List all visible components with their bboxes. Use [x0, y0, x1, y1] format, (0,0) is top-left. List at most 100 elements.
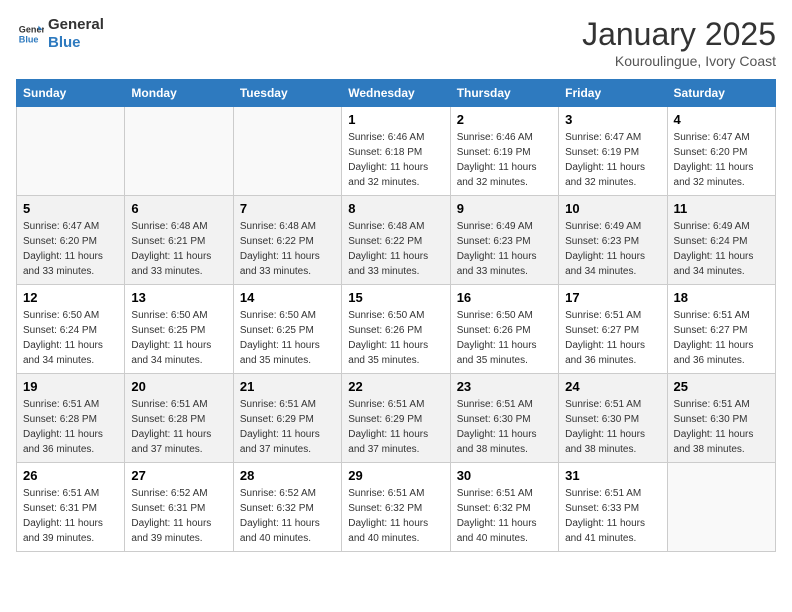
day-cell: 14 Sunrise: 6:50 AM Sunset: 6:25 PM Dayli…: [233, 285, 341, 374]
day-cell: 19 Sunrise: 6:51 AM Sunset: 6:28 PM Dayli…: [17, 374, 125, 463]
day-info: Sunrise: 6:51 AM Sunset: 6:32 PM Dayligh…: [457, 486, 552, 546]
day-cell: [17, 107, 125, 196]
day-info: Sunrise: 6:50 AM Sunset: 6:26 PM Dayligh…: [348, 308, 443, 368]
day-cell: 4 Sunrise: 6:47 AM Sunset: 6:20 PM Daylig…: [667, 107, 775, 196]
day-number: 28: [240, 468, 335, 483]
day-info: Sunrise: 6:51 AM Sunset: 6:33 PM Dayligh…: [565, 486, 660, 546]
day-cell: 23 Sunrise: 6:51 AM Sunset: 6:30 PM Dayli…: [450, 374, 558, 463]
day-number: 27: [131, 468, 226, 483]
day-cell: 31Sunrise: 6:51 AM Sunset: 6:33 PM Dayli…: [559, 463, 667, 552]
day-cell: 18Sunrise: 6:51 AM Sunset: 6:27 PM Dayli…: [667, 285, 775, 374]
day-cell: 30 Sunrise: 6:51 AM Sunset: 6:32 PM Dayli…: [450, 463, 558, 552]
day-number: 3: [565, 112, 660, 127]
day-number: 11: [674, 201, 769, 216]
day-cell: [125, 107, 233, 196]
day-cell: 26Sunrise: 6:51 AM Sunset: 6:31 PM Dayli…: [17, 463, 125, 552]
day-number: 18: [674, 290, 769, 305]
day-cell: 17 Sunrise: 6:51 AM Sunset: 6:27 PM Dayli…: [559, 285, 667, 374]
day-number: 20: [131, 379, 226, 394]
day-number: 17: [565, 290, 660, 305]
day-number: 8: [348, 201, 443, 216]
day-number: 30: [457, 468, 552, 483]
svg-text:Blue: Blue: [19, 34, 39, 44]
week-row-1: 5Sunrise: 6:47 AM Sunset: 6:20 PM Daylig…: [17, 196, 776, 285]
day-cell: 3 Sunrise: 6:47 AM Sunset: 6:19 PM Daylig…: [559, 107, 667, 196]
day-number: 4: [674, 112, 769, 127]
day-number: 14: [240, 290, 335, 305]
day-cell: 10Sunrise: 6:49 AM Sunset: 6:23 PM Dayli…: [559, 196, 667, 285]
title-block: January 2025 Kouroulingue, Ivory Coast: [582, 16, 776, 69]
day-info: Sunrise: 6:51 AM Sunset: 6:30 PM Dayligh…: [457, 397, 552, 457]
col-wednesday: Wednesday: [342, 80, 450, 107]
day-info: Sunrise: 6:51 AM Sunset: 6:30 PM Dayligh…: [565, 397, 660, 457]
day-number: 1: [348, 112, 443, 127]
page-header: General Blue General Blue January 2025 K…: [16, 16, 776, 69]
day-number: 12: [23, 290, 118, 305]
day-cell: 12Sunrise: 6:50 AM Sunset: 6:24 PM Dayli…: [17, 285, 125, 374]
day-info: Sunrise: 6:50 AM Sunset: 6:25 PM Dayligh…: [240, 308, 335, 368]
day-info: Sunrise: 6:47 AM Sunset: 6:20 PM Dayligh…: [674, 130, 769, 190]
col-saturday: Saturday: [667, 80, 775, 107]
day-cell: 16 Sunrise: 6:50 AM Sunset: 6:26 PM Dayli…: [450, 285, 558, 374]
day-info: Sunrise: 6:48 AM Sunset: 6:22 PM Dayligh…: [240, 219, 335, 279]
day-cell: 25Sunrise: 6:51 AM Sunset: 6:30 PM Dayli…: [667, 374, 775, 463]
day-info: Sunrise: 6:49 AM Sunset: 6:24 PM Dayligh…: [674, 219, 769, 279]
logo-icon: General Blue: [16, 20, 44, 48]
logo-general: General: [48, 16, 104, 34]
col-thursday: Thursday: [450, 80, 558, 107]
day-number: 9: [457, 201, 552, 216]
day-cell: 7 Sunrise: 6:48 AM Sunset: 6:22 PM Daylig…: [233, 196, 341, 285]
day-cell: 1 Sunrise: 6:46 AM Sunset: 6:18 PM Daylig…: [342, 107, 450, 196]
day-cell: 9 Sunrise: 6:49 AM Sunset: 6:23 PM Daylig…: [450, 196, 558, 285]
day-cell: 6Sunrise: 6:48 AM Sunset: 6:21 PM Daylig…: [125, 196, 233, 285]
day-cell: 8 Sunrise: 6:48 AM Sunset: 6:22 PM Daylig…: [342, 196, 450, 285]
day-cell: [667, 463, 775, 552]
day-number: 13: [131, 290, 226, 305]
day-info: Sunrise: 6:51 AM Sunset: 6:29 PM Dayligh…: [240, 397, 335, 457]
day-cell: 13 Sunrise: 6:50 AM Sunset: 6:25 PM Dayli…: [125, 285, 233, 374]
day-info: Sunrise: 6:49 AM Sunset: 6:23 PM Dayligh…: [565, 219, 660, 279]
day-cell: 11 Sunrise: 6:49 AM Sunset: 6:24 PM Dayli…: [667, 196, 775, 285]
day-number: 21: [240, 379, 335, 394]
day-number: 16: [457, 290, 552, 305]
day-cell: 27 Sunrise: 6:52 AM Sunset: 6:31 PM Dayli…: [125, 463, 233, 552]
day-number: 23: [457, 379, 552, 394]
day-number: 19: [23, 379, 118, 394]
day-cell: 21 Sunrise: 6:51 AM Sunset: 6:29 PM Dayli…: [233, 374, 341, 463]
month-title: January 2025: [582, 16, 776, 53]
day-cell: 5Sunrise: 6:47 AM Sunset: 6:20 PM Daylig…: [17, 196, 125, 285]
calendar-table: Sunday Monday Tuesday Wednesday Thursday…: [16, 79, 776, 552]
day-info: Sunrise: 6:51 AM Sunset: 6:28 PM Dayligh…: [131, 397, 226, 457]
day-info: Sunrise: 6:51 AM Sunset: 6:32 PM Dayligh…: [348, 486, 443, 546]
day-info: Sunrise: 6:48 AM Sunset: 6:22 PM Dayligh…: [348, 219, 443, 279]
week-row-2: 12Sunrise: 6:50 AM Sunset: 6:24 PM Dayli…: [17, 285, 776, 374]
col-tuesday: Tuesday: [233, 80, 341, 107]
day-info: Sunrise: 6:52 AM Sunset: 6:31 PM Dayligh…: [131, 486, 226, 546]
col-friday: Friday: [559, 80, 667, 107]
day-info: Sunrise: 6:51 AM Sunset: 6:27 PM Dayligh…: [565, 308, 660, 368]
logo-blue: Blue: [48, 34, 104, 52]
day-cell: 22Sunrise: 6:51 AM Sunset: 6:29 PM Dayli…: [342, 374, 450, 463]
day-info: Sunrise: 6:51 AM Sunset: 6:28 PM Dayligh…: [23, 397, 118, 457]
day-number: 26: [23, 468, 118, 483]
day-info: Sunrise: 6:47 AM Sunset: 6:19 PM Dayligh…: [565, 130, 660, 190]
day-info: Sunrise: 6:46 AM Sunset: 6:18 PM Dayligh…: [348, 130, 443, 190]
logo: General Blue General Blue: [16, 16, 104, 52]
day-number: 7: [240, 201, 335, 216]
day-number: 22: [348, 379, 443, 394]
week-row-4: 26Sunrise: 6:51 AM Sunset: 6:31 PM Dayli…: [17, 463, 776, 552]
day-info: Sunrise: 6:50 AM Sunset: 6:26 PM Dayligh…: [457, 308, 552, 368]
day-cell: 20 Sunrise: 6:51 AM Sunset: 6:28 PM Dayli…: [125, 374, 233, 463]
day-cell: 15 Sunrise: 6:50 AM Sunset: 6:26 PM Dayli…: [342, 285, 450, 374]
day-info: Sunrise: 6:49 AM Sunset: 6:23 PM Dayligh…: [457, 219, 552, 279]
day-cell: 2Sunrise: 6:46 AM Sunset: 6:19 PM Daylig…: [450, 107, 558, 196]
day-info: Sunrise: 6:50 AM Sunset: 6:25 PM Dayligh…: [131, 308, 226, 368]
day-info: Sunrise: 6:51 AM Sunset: 6:30 PM Dayligh…: [674, 397, 769, 457]
week-row-0: 1 Sunrise: 6:46 AM Sunset: 6:18 PM Daylig…: [17, 107, 776, 196]
day-info: Sunrise: 6:47 AM Sunset: 6:20 PM Dayligh…: [23, 219, 118, 279]
col-monday: Monday: [125, 80, 233, 107]
header-row: Sunday Monday Tuesday Wednesday Thursday…: [17, 80, 776, 107]
day-cell: 24Sunrise: 6:51 AM Sunset: 6:30 PM Dayli…: [559, 374, 667, 463]
day-number: 29: [348, 468, 443, 483]
day-number: 15: [348, 290, 443, 305]
